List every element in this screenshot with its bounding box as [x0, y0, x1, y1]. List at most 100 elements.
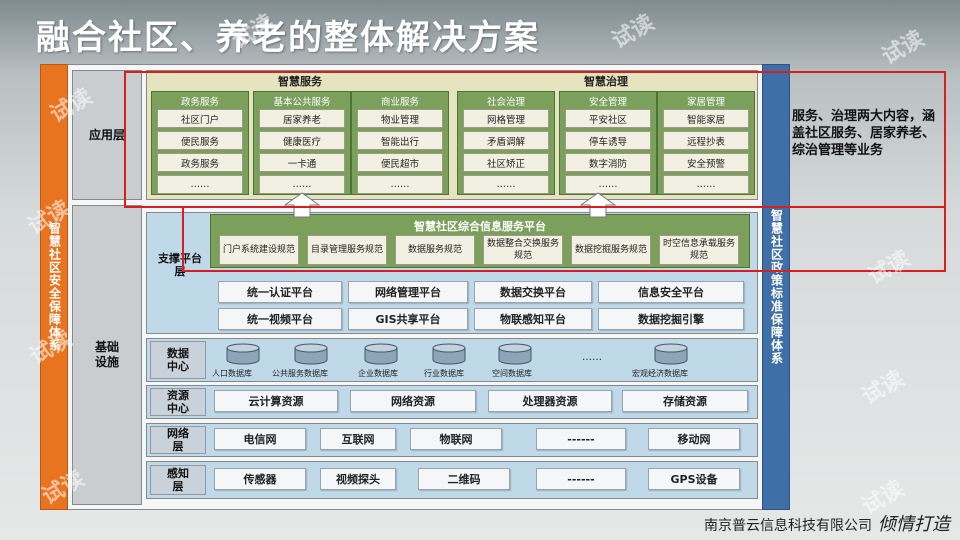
network-layer-label-text: 网络层	[167, 427, 189, 453]
app-item: 远程抄表	[663, 131, 749, 150]
app-column-title: 社会治理	[486, 97, 525, 108]
platform-spec: 时空信息承载服务规范	[659, 235, 739, 265]
application-area: 智慧服务 政务服务 社区门户 便民服务 政务服务 …… 基本公共服务 居家养老 …	[146, 70, 758, 200]
app-column-title: 家居管理	[686, 97, 725, 108]
service-platform: 数据交换平台	[474, 281, 592, 303]
database-label: 企业数据库	[358, 369, 398, 378]
resource-item: 存储资源	[622, 390, 748, 412]
app-item: 一卡通	[259, 153, 345, 172]
watermark-text: 试读	[857, 366, 909, 410]
app-item: 居家养老	[259, 109, 345, 128]
resource-center-label: 资源中心	[150, 388, 206, 416]
platform-spec: 数据挖掘服务规范	[571, 235, 651, 265]
service-platform: 统一认证平台	[218, 281, 342, 303]
network-item: 互联网	[320, 428, 396, 450]
up-arrow-icon	[284, 192, 320, 218]
app-item: 停车诱导	[565, 131, 651, 150]
app-item: 便民服务	[157, 131, 243, 150]
highlight-annotation: 服务、治理两大内容，涵盖社区服务、居家养老、综治管理等业务	[792, 109, 936, 158]
watermark-text: 试读	[877, 26, 929, 70]
database-cylinder-icon	[498, 343, 532, 365]
app-column: 家居管理 智能家居 远程抄表 安全预警 ……	[657, 91, 755, 195]
network-item: 物联网	[410, 428, 502, 450]
database-label: 空间数据库	[492, 369, 532, 378]
resource-item: 网络资源	[350, 390, 476, 412]
app-column: 政务服务 社区门户 便民服务 政务服务 ……	[151, 91, 249, 195]
network-item: 移动网	[648, 428, 740, 450]
platform-spec: 门户系统建设规范	[219, 235, 299, 265]
service-platform: 数据挖掘引擎	[598, 308, 744, 330]
app-column: 基本公共服务 居家养老 健康医疗 一卡通 ……	[253, 91, 351, 195]
slide-title: 融合社区、养老的整体解决方案	[36, 18, 540, 58]
service-platform: 信息安全平台	[598, 281, 744, 303]
app-item: 数字消防	[565, 153, 651, 172]
app-item: ……	[157, 175, 243, 194]
sensor-item: 视频探头	[320, 468, 396, 490]
app-column: 商业服务 物业管理 智能出行 便民超市 ……	[351, 91, 449, 195]
service-platform: 网络管理平台	[348, 281, 468, 303]
database-label: 公共服务数据库	[272, 369, 328, 378]
platform-spec: 目录管理服务规范	[307, 235, 387, 265]
security-system-bar: 智慧社区安全保障体系	[40, 64, 68, 510]
app-item: 便民超市	[357, 153, 443, 172]
network-item: ------	[536, 428, 626, 450]
integrated-platform: 智慧社区综合信息服务平台 门户系统建设规范 目录管理服务规范 数据服务规范 数据…	[210, 214, 750, 268]
app-item: 政务服务	[157, 153, 243, 172]
data-center-label-text: 数据中心	[167, 347, 189, 373]
app-column-title: 商业服务	[380, 97, 419, 108]
app-item: 社区矫正	[463, 153, 549, 172]
service-platform: 物联感知平台	[474, 308, 592, 330]
policy-standard-bar: 智慧社区政策标准保障体系	[762, 64, 790, 510]
app-item: 平安社区	[565, 109, 651, 128]
app-column-title: 政务服务	[180, 97, 219, 108]
platform-spec: 数据服务规范	[395, 235, 475, 265]
network-layer-label: 网络层	[150, 426, 206, 454]
app-group-title: 智慧治理	[584, 75, 628, 88]
app-group-smart-service: 智慧服务 政务服务 社区门户 便民服务 政务服务 …… 基本公共服务 居家养老 …	[147, 71, 453, 199]
app-item: 安全预警	[663, 153, 749, 172]
database-cylinder-icon	[654, 343, 688, 365]
application-layer-label: 应用层	[72, 70, 142, 200]
app-item: 网格管理	[463, 109, 549, 128]
app-item: 智能出行	[357, 131, 443, 150]
foundation-layer-text: 基础设施	[94, 340, 119, 369]
app-item: 物业管理	[357, 109, 443, 128]
foundation-layer-label: 基础设施	[72, 205, 142, 505]
app-item: 健康医疗	[259, 131, 345, 150]
resource-item: 云计算资源	[214, 390, 338, 412]
footer: 南京普云信息科技有限公司 倾情打造	[704, 510, 950, 536]
perception-layer-label: 感知层	[150, 465, 206, 495]
app-group-title: 智慧服务	[278, 75, 322, 88]
app-item: 社区门户	[157, 109, 243, 128]
data-center-label: 数据中心	[150, 341, 206, 379]
network-item: 电信网	[214, 428, 306, 450]
app-item: 智能家居	[663, 109, 749, 128]
app-group-smart-governance: 智慧治理 社会治理 网格管理 矛盾调解 社区矫正 …… 安全管理 平安社区 停车…	[453, 71, 759, 199]
sensor-item: 传感器	[214, 468, 306, 490]
app-item: ……	[663, 175, 749, 194]
service-platform: 统一视频平台	[218, 308, 342, 330]
app-column: 社会治理 网格管理 矛盾调解 社区矫正 ……	[457, 91, 555, 195]
app-item: ……	[357, 175, 443, 194]
database-cylinder-icon	[364, 343, 398, 365]
security-system-label: 智慧社区安全保障体系	[47, 222, 62, 352]
up-arrow-icon	[580, 192, 616, 218]
footer-slogan: 倾情打造	[878, 514, 950, 535]
database-label: 人口数据库	[212, 369, 252, 378]
footer-company: 南京普云信息科技有限公司	[704, 518, 872, 534]
database-cylinder-icon	[294, 343, 328, 365]
app-column-title: 安全管理	[588, 97, 627, 108]
app-column-title: 基本公共服务	[273, 97, 331, 108]
resource-item: 处理器资源	[488, 390, 612, 412]
policy-standard-label: 智慧社区政策标准保障体系	[769, 209, 784, 365]
database-cylinder-icon	[432, 343, 466, 365]
database-ellipsis: ……	[582, 352, 602, 363]
application-layer-text: 应用层	[88, 127, 125, 142]
platform-spec: 数据整合交换服务规范	[483, 235, 563, 265]
database-label: 宏观经济数据库	[632, 369, 688, 378]
database-label: 行业数据库	[424, 369, 464, 378]
perception-layer-label-text: 感知层	[167, 467, 189, 493]
watermark-text: 试读	[607, 10, 659, 54]
sensor-item: 二维码	[418, 468, 510, 490]
resource-center-label-text: 资源中心	[167, 389, 189, 415]
